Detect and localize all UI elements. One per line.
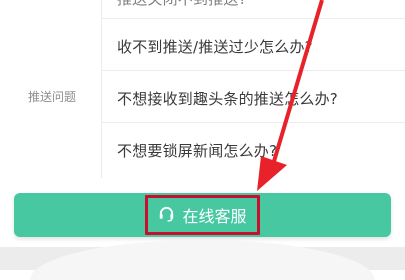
headset-icon	[158, 205, 175, 226]
faq-question-lockscreen[interactable]: 不想要锁屏新闻怎么办?	[117, 140, 277, 161]
faq-section: 推送问题 推送关闭不到推送? 收不到推送/推送过少怎么办? 不想接收到趣头条的推…	[0, 0, 405, 178]
row-divider	[102, 122, 405, 123]
faq-question-disable-push[interactable]: 不想接收到趣头条的推送怎么办?	[117, 88, 338, 109]
faq-question-partial[interactable]: 推送关闭不到推送?	[117, 0, 247, 9]
column-divider	[101, 0, 102, 178]
row-divider	[102, 18, 405, 19]
online-service-button[interactable]: 在线客服	[14, 193, 391, 237]
faq-question-no-push[interactable]: 收不到推送/推送过少怎么办?	[117, 36, 313, 57]
category-label-push: 推送问题	[28, 90, 77, 104]
highlight-box: 在线客服	[145, 195, 260, 235]
online-service-label: 在线客服	[182, 207, 247, 226]
bottom-curve	[30, 240, 375, 280]
row-divider	[102, 70, 405, 71]
